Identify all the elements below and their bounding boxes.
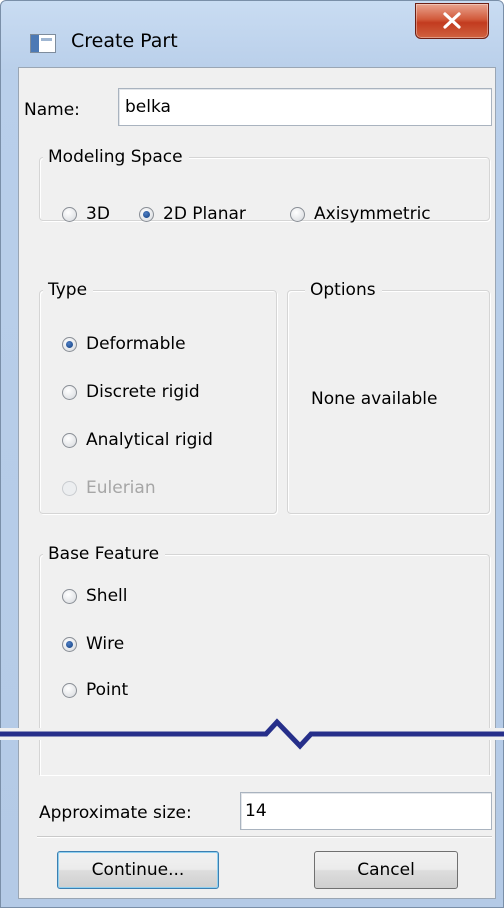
base-feature-title: Base Feature: [43, 544, 166, 564]
type-title: Type: [43, 280, 94, 300]
radio-shell-button[interactable]: [62, 588, 77, 604]
radio-shell[interactable]: Shell: [62, 586, 127, 606]
dialog-client-area: Name: Modeling Space 3D 2D Planar Axisym…: [18, 67, 496, 899]
cut-break-line-icon: [0, 713, 504, 750]
radio-3d-button[interactable]: [62, 206, 77, 222]
options-title: Options: [305, 280, 382, 300]
radio-eulerian-label: Eulerian: [86, 478, 156, 498]
radio-2d-planar-button[interactable]: [139, 206, 154, 222]
approx-size-field-box: [240, 792, 492, 830]
radio-analytical-rigid[interactable]: Analytical rigid: [62, 430, 213, 450]
name-input[interactable]: [119, 89, 491, 125]
radio-3d-label: 3D: [86, 204, 110, 224]
radio-axisymmetric-button[interactable]: [290, 206, 305, 222]
close-icon: [443, 12, 461, 29]
continue-button[interactable]: Continue...: [57, 851, 219, 889]
app-window-icon: [30, 34, 56, 53]
radio-2d-planar[interactable]: 2D Planar: [139, 204, 246, 224]
radio-deformable-button[interactable]: [62, 336, 77, 352]
options-message: None available: [311, 389, 438, 409]
radio-point-button[interactable]: [62, 682, 77, 698]
radio-analytical-rigid-label: Analytical rigid: [86, 430, 213, 450]
radio-point[interactable]: Point: [62, 680, 128, 700]
radio-eulerian: Eulerian: [62, 478, 156, 498]
radio-point-label: Point: [86, 680, 129, 700]
approx-size-input[interactable]: [241, 793, 491, 829]
radio-wire-label: Wire: [86, 634, 125, 654]
name-field-box: [118, 88, 492, 126]
approx-size-label: Approximate size:: [39, 803, 192, 823]
radio-shell-label: Shell: [86, 586, 128, 606]
dialog-title: Create Part: [71, 30, 178, 52]
create-part-dialog: Create Part Name: Modeling Space 3D 2D P…: [0, 0, 504, 908]
radio-discrete-rigid-button[interactable]: [62, 384, 77, 400]
radio-deformable[interactable]: Deformable: [62, 334, 186, 354]
cancel-button[interactable]: Cancel: [314, 851, 458, 889]
modeling-space-title: Modeling Space: [43, 147, 189, 167]
radio-deformable-label: Deformable: [86, 334, 186, 354]
radio-eulerian-button: [62, 480, 77, 496]
close-button[interactable]: [415, 3, 489, 39]
title-bar[interactable]: Create Part: [1, 1, 503, 67]
separator: [37, 836, 492, 838]
radio-wire-button[interactable]: [62, 636, 77, 652]
radio-3d[interactable]: 3D: [62, 204, 110, 224]
radio-axisymmetric-label: Axisymmetric: [314, 204, 431, 224]
radio-analytical-rigid-button[interactable]: [62, 432, 77, 448]
radio-discrete-rigid[interactable]: Discrete rigid: [62, 382, 200, 402]
radio-2d-planar-label: 2D Planar: [163, 204, 246, 224]
name-label: Name:: [24, 100, 80, 120]
radio-axisymmetric[interactable]: Axisymmetric: [290, 204, 431, 224]
radio-wire[interactable]: Wire: [62, 634, 124, 654]
radio-discrete-rigid-label: Discrete rigid: [86, 382, 200, 402]
